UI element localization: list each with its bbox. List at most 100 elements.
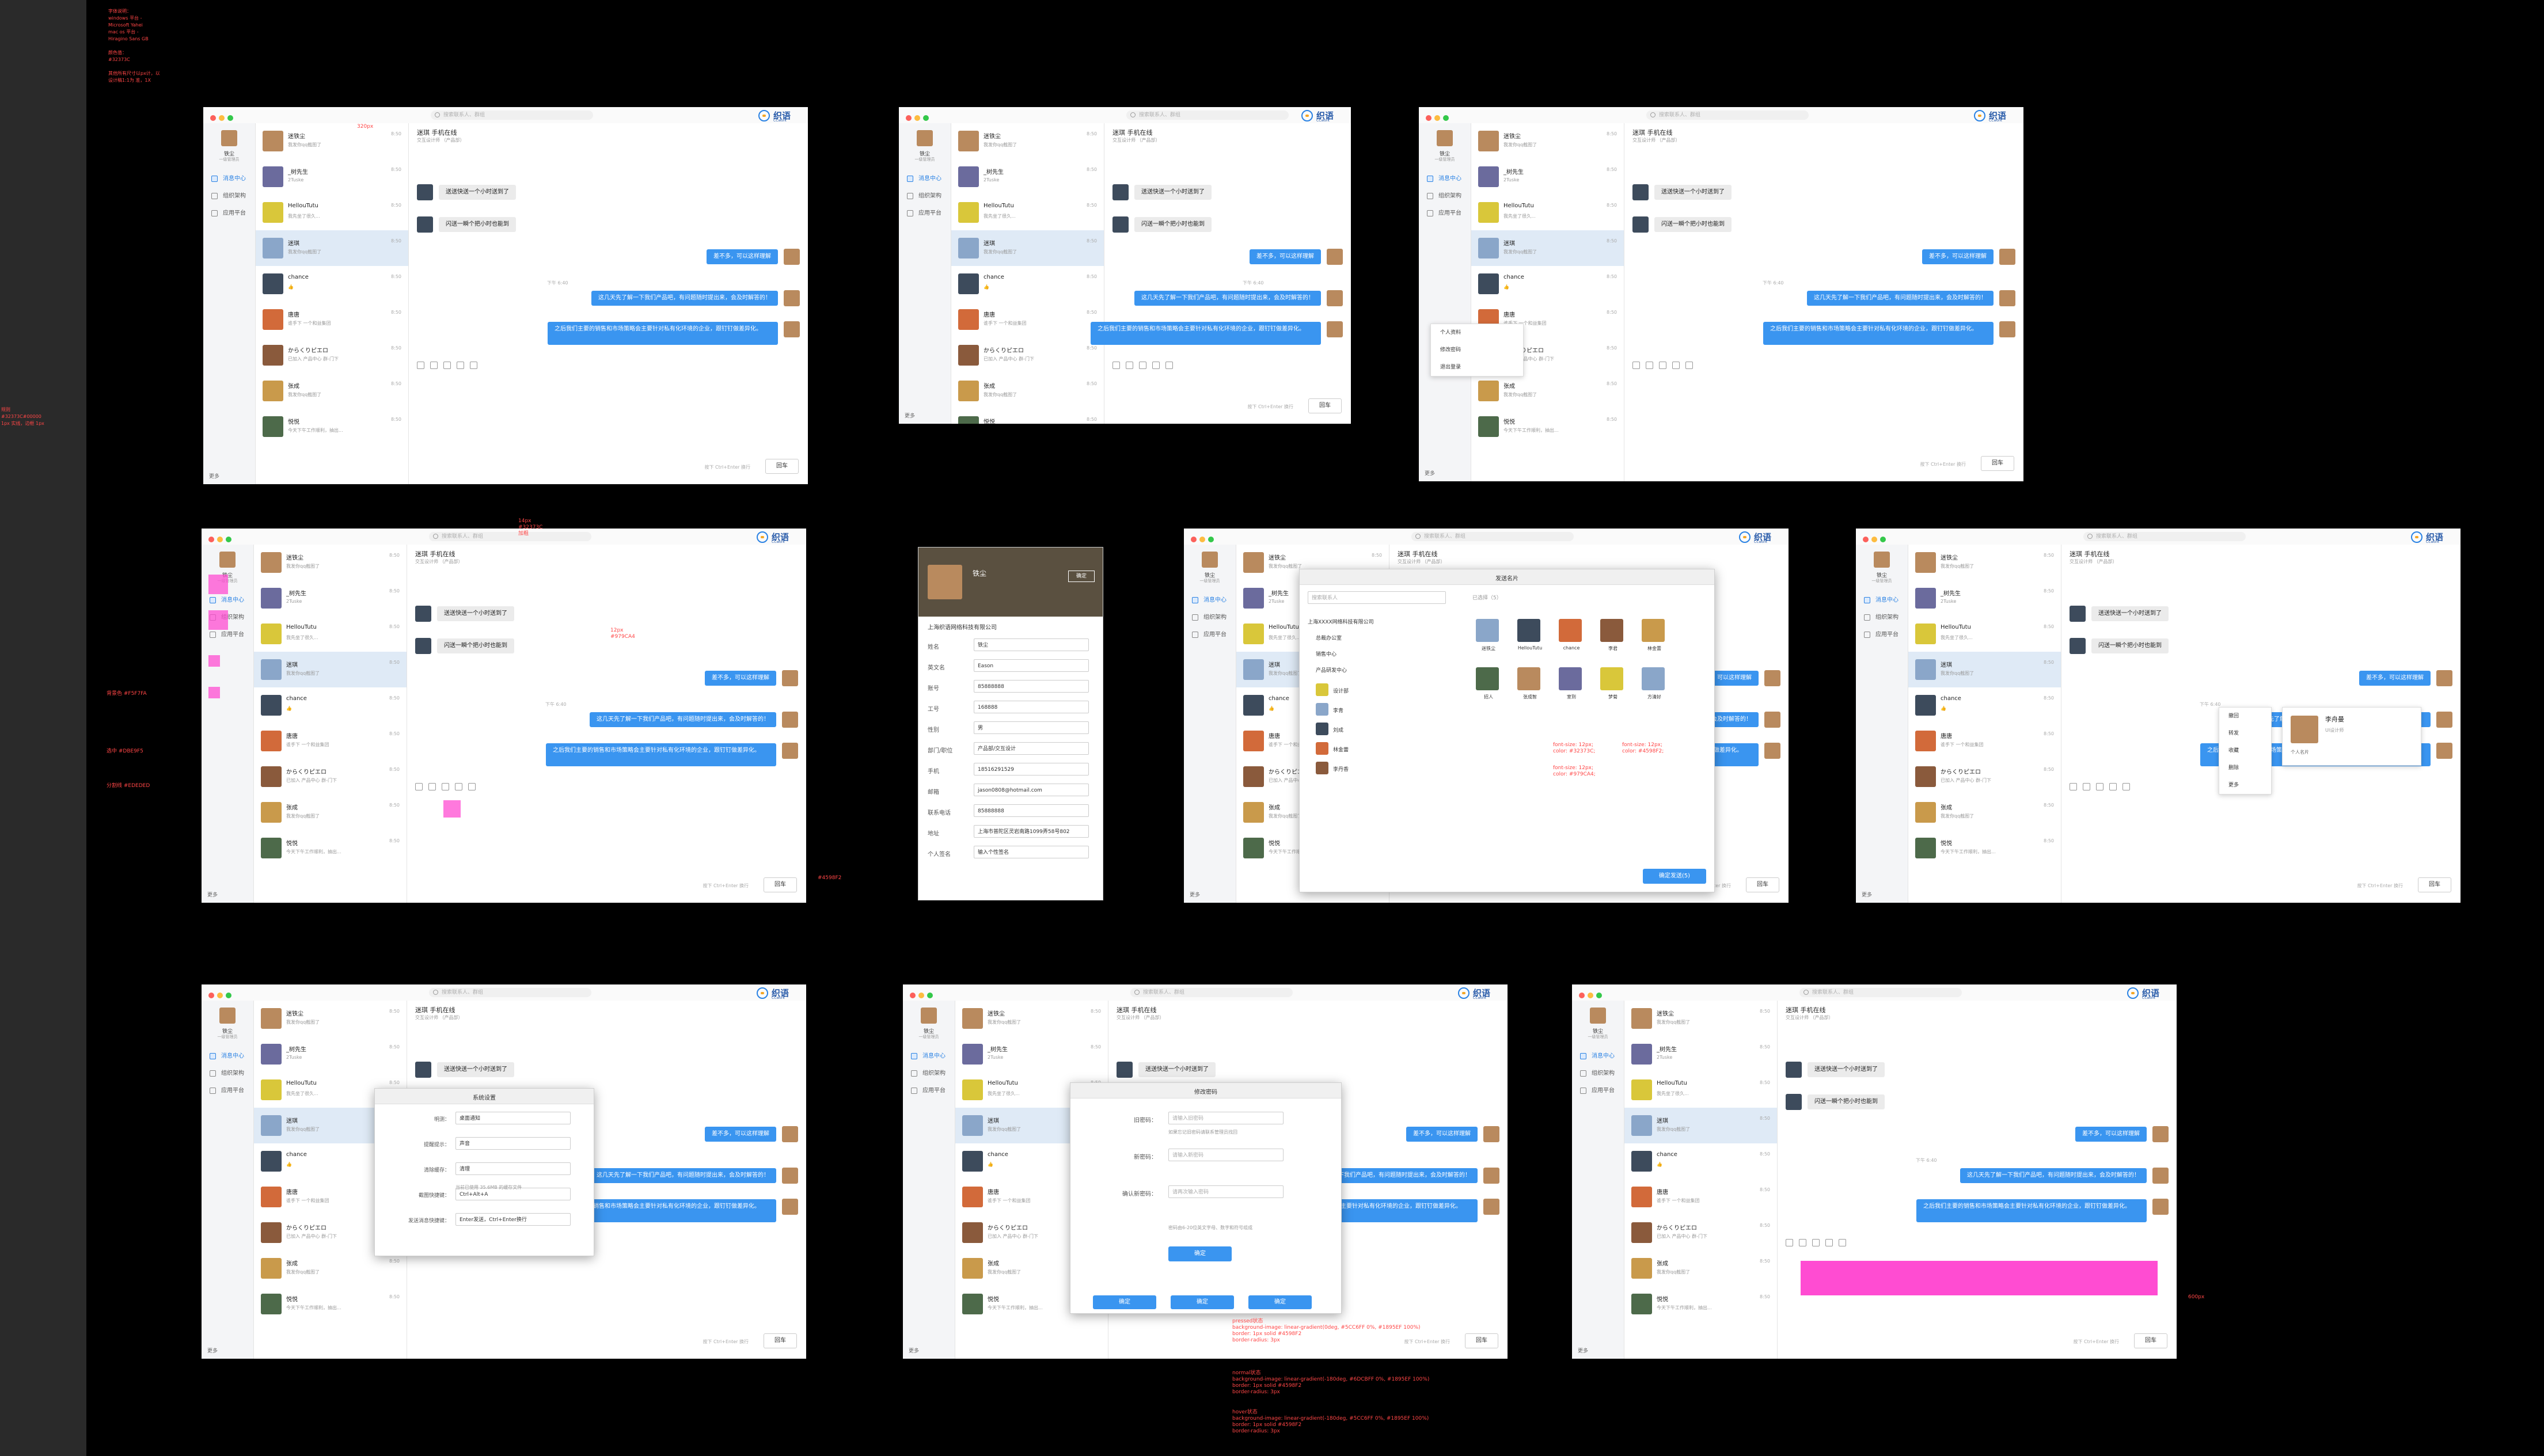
list-item[interactable]: chance👍8:50 — [254, 687, 407, 723]
search-input[interactable]: 搜索联系人、群组 — [1646, 111, 1809, 120]
button-state-sample[interactable]: 确定 — [1093, 1295, 1156, 1309]
search-input[interactable]: 搜索联系人、群组 — [429, 532, 591, 541]
profile-field-input[interactable]: 铁尘 — [974, 638, 1089, 651]
more-button[interactable]: 更多 — [209, 472, 219, 480]
nav-org[interactable]: 组织架构 — [1578, 1067, 1624, 1080]
close-dot[interactable] — [210, 115, 216, 121]
profile-field-input[interactable]: 168888 — [974, 701, 1089, 713]
history-icon[interactable] — [2122, 783, 2130, 790]
list-item[interactable]: 张成我发你qq截图了8:50 — [256, 373, 408, 409]
nav-message[interactable]: 消息中心 — [207, 1050, 253, 1063]
list-item[interactable]: 悦悦今天下午工作顺利，抽出...8:50 — [1624, 1286, 1777, 1322]
profile-field-input[interactable]: 男 — [974, 721, 1089, 734]
minimize-dot[interactable] — [1588, 993, 1593, 998]
list-item[interactable]: 唐唐谁手下 一个和益集团8:50 — [1908, 723, 2061, 759]
more-button[interactable]: 更多 — [207, 891, 218, 898]
file-icon[interactable] — [2096, 783, 2103, 790]
search-input[interactable]: 搜索联系人、群组 — [431, 111, 593, 120]
nav-message[interactable]: 消息中心 — [1425, 173, 1471, 185]
org-person[interactable]: 设计部 — [1333, 687, 1349, 694]
list-item[interactable]: 迷铁尘 我发你qq截图了 8:50 — [1624, 1001, 1777, 1036]
file-icon[interactable] — [1812, 1239, 1820, 1246]
list-item[interactable]: 张成我发你qq截图了8:50 — [1908, 794, 2061, 830]
list-item[interactable]: 迷琪我发你qq截图了8:50 — [1471, 230, 1624, 266]
profile-field-input[interactable]: 输入个性签名 — [974, 846, 1089, 858]
list-item[interactable]: 悦悦今天下午工作顺利，抽出...8:50 — [256, 409, 408, 444]
user-avatar[interactable] — [219, 552, 236, 568]
nav-org[interactable]: 组织架构 — [905, 190, 951, 203]
maximize-dot[interactable] — [1880, 537, 1886, 542]
history-icon[interactable] — [1839, 1239, 1846, 1246]
profile-field-input[interactable]: 产品部/交互设计 — [974, 742, 1089, 755]
share-search-input[interactable]: 搜索联系人 — [1308, 591, 1446, 604]
context-menu-item[interactable]: 删除 — [2219, 759, 2271, 777]
user-avatar[interactable] — [221, 130, 237, 146]
list-item[interactable]: 张成我发你qq截图了8:50 — [1471, 373, 1624, 409]
screenshot-icon[interactable] — [1672, 362, 1680, 369]
nav-app[interactable]: 应用平台 — [207, 1085, 253, 1097]
list-item[interactable]: 迷铁尘 我发你qq截图了 8:50 — [254, 1001, 407, 1036]
send-button[interactable]: 回车 — [2418, 877, 2451, 892]
minimize-dot[interactable] — [1871, 537, 1877, 542]
list-item[interactable]: 悦悦今天下午工作顺利，抽出...8:50 — [254, 830, 407, 866]
screenshot-icon[interactable] — [1825, 1239, 1833, 1246]
context-menu-item[interactable]: 转发 — [2219, 725, 2271, 742]
file-icon[interactable] — [1139, 362, 1146, 369]
list-item[interactable]: HellouTutu我先坐了很久...8:50 — [1471, 195, 1624, 230]
list-item[interactable]: _树先生2Tuske8:50 — [256, 159, 408, 195]
send-button[interactable]: 回车 — [1308, 398, 1342, 413]
list-item[interactable]: 唐唐谁手下 一个和益集团8:50 — [1624, 1179, 1777, 1215]
search-input[interactable]: 搜索联系人、群组 — [429, 988, 591, 997]
nav-org[interactable]: 组织架构 — [909, 1067, 955, 1080]
nav-message[interactable]: 消息中心 — [1862, 594, 1908, 607]
list-item[interactable]: 张成我发你qq截图了8:50 — [1624, 1250, 1777, 1286]
list-item[interactable]: 张成我发你qq截图了8:50 — [254, 794, 407, 830]
list-item[interactable]: _树先生2Tuske8:50 — [254, 580, 407, 616]
org-person[interactable]: 李丹香 — [1333, 765, 1349, 773]
list-item[interactable]: _树先生2Tuske8:50 — [1471, 159, 1624, 195]
settings-field[interactable]: Enter发送，Ctrl+Enter换行 — [455, 1213, 571, 1226]
minimize-dot[interactable] — [219, 115, 225, 121]
nav-app[interactable]: 应用平台 — [1862, 629, 1908, 641]
user-avatar[interactable] — [1874, 552, 1890, 568]
context-menu-item[interactable]: 撤回 — [2219, 708, 2271, 725]
selected-contact[interactable]: 招人 — [1472, 694, 1505, 700]
profile-field-input[interactable]: 85888888 — [974, 804, 1089, 817]
close-dot[interactable] — [208, 537, 214, 542]
button-state-sample[interactable]: 确定 — [1248, 1295, 1312, 1309]
minimize-dot[interactable] — [217, 537, 223, 542]
selected-contact[interactable]: chance — [1555, 645, 1588, 651]
more-button[interactable]: 更多 — [1862, 891, 1872, 898]
more-button[interactable]: 更多 — [207, 1347, 218, 1354]
list-item[interactable]: HellouTutu我先坐了很久...8:50 — [254, 616, 407, 652]
image-icon[interactable] — [430, 362, 438, 369]
selected-contact[interactable]: 林金蕾 — [1638, 645, 1670, 652]
send-button[interactable]: 回车 — [764, 877, 797, 892]
profile-avatar[interactable] — [928, 565, 962, 599]
list-item[interactable]: 悦悦今天下午工作顺利，抽出...8:50 — [254, 1286, 407, 1322]
user-avatar[interactable] — [1437, 130, 1453, 146]
profile-field-input[interactable]: 85888888 — [974, 680, 1089, 693]
more-button[interactable]: 更多 — [1425, 469, 1435, 477]
selected-contact[interactable]: 梦菊 — [1597, 694, 1629, 700]
list-item[interactable]: 迷琪我发你qq截图了8:50 — [951, 230, 1104, 266]
list-item[interactable]: HellouTutu我先坐了很久...8:50 — [256, 195, 408, 230]
send-button[interactable]: 回车 — [765, 459, 799, 474]
list-item[interactable]: chance👍8:50 — [1471, 266, 1624, 302]
file-icon[interactable] — [442, 783, 449, 790]
list-item[interactable]: _树先生2Tuske8:50 — [1908, 580, 2061, 616]
list-item[interactable]: 悦悦今天下午工作顺利，抽出...8:50 — [1471, 409, 1624, 444]
list-item[interactable]: HellouTutu我先坐了很久...8:50 — [1624, 1072, 1777, 1108]
confirm-share-button[interactable]: 确定发送(5) — [1643, 869, 1706, 884]
list-item[interactable]: からくりピエロ已加入 产品中心 群-门下8:50 — [1624, 1215, 1777, 1250]
close-dot[interactable] — [208, 993, 214, 998]
list-item[interactable]: 迷铁尘 我发你qq截图了 8:50 — [1471, 123, 1624, 159]
list-item[interactable]: 张成我发你qq截图了8:50 — [951, 373, 1104, 409]
maximize-dot[interactable] — [226, 537, 231, 542]
history-icon[interactable] — [468, 783, 476, 790]
nav-message[interactable]: 消息中心 — [905, 173, 951, 185]
list-item[interactable]: 迷铁尘 我发你qq截图了 8:50 — [254, 545, 407, 580]
view-card-link[interactable]: 个人名片 — [2291, 749, 2309, 756]
password-input[interactable]: 请输入新密码 — [1168, 1149, 1284, 1161]
list-item[interactable]: からくりピエロ已加入 产品中心 群-门下8:50 — [1908, 759, 2061, 794]
